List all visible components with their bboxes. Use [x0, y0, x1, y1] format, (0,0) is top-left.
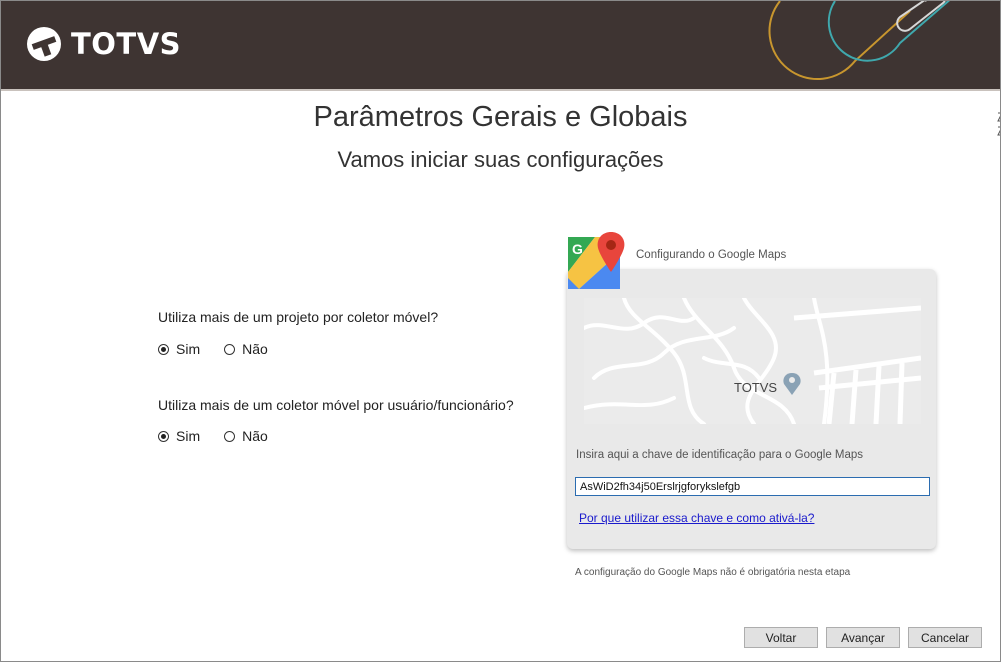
- maps-key-hint: Insira aqui a chave de identificação par…: [576, 449, 864, 461]
- cancel-button[interactable]: Cancelar: [908, 627, 982, 648]
- map-place-label: TOTVS: [734, 380, 777, 395]
- maps-key-input[interactable]: [575, 477, 930, 496]
- radio-option-sim[interactable]: Sim: [158, 428, 200, 444]
- brand-name: TOTVS: [71, 27, 182, 61]
- question-collectors-per-user: Utiliza mais de um coletor móvel por usu…: [158, 397, 514, 413]
- page-title: Parâmetros Gerais e Globais: [313, 101, 688, 133]
- radio-option-sim[interactable]: Sim: [158, 341, 200, 357]
- google-maps-card: TOTVS Insira aqui a chave de identificaç…: [567, 269, 936, 549]
- page-subtitle: Vamos iniciar suas configurações: [337, 147, 664, 172]
- radio-group-collectors: Sim Não: [158, 428, 268, 444]
- scroll-indicator-icon: [997, 112, 1000, 136]
- map-roads: TOTVS: [584, 298, 921, 424]
- next-button[interactable]: Avançar: [826, 627, 900, 648]
- radio-button[interactable]: [224, 430, 236, 442]
- radio-option-nao[interactable]: Não: [224, 341, 268, 357]
- radio-option-nao[interactable]: Não: [224, 428, 268, 444]
- google-maps-caption: Configurando o Google Maps: [636, 249, 787, 261]
- header-divider: [1, 89, 1000, 91]
- svg-text:G: G: [572, 241, 583, 257]
- totvs-logo-icon: [27, 27, 61, 61]
- radio-button[interactable]: [158, 343, 169, 355]
- radio-label: Não: [242, 428, 268, 444]
- totvs-logo: TOTVS: [25, 25, 181, 63]
- google-maps-icon: G: [567, 232, 629, 297]
- setup-window: TOTVS Parâmetros Gerais e Globais Vamos …: [0, 0, 1001, 662]
- radio-button[interactable]: [158, 430, 169, 442]
- radio-button[interactable]: [224, 343, 236, 355]
- radio-label: Sim: [176, 341, 201, 357]
- map-preview: TOTVS: [584, 298, 921, 424]
- maps-optional-note: A configuração do Google Maps não é obri…: [575, 567, 851, 578]
- header-bar: TOTVS: [1, 1, 1000, 89]
- maps-key-help-link[interactable]: Por que utilizar essa chave e como ativá…: [579, 511, 814, 525]
- back-button[interactable]: Voltar: [744, 627, 818, 648]
- header-decoration: [768, 1, 950, 80]
- radio-group-projects: Sim Não: [158, 341, 268, 357]
- radio-label: Não: [242, 341, 268, 357]
- question-projects-per-collector: Utiliza mais de um projeto por coletor m…: [158, 309, 439, 325]
- radio-label: Sim: [176, 428, 201, 444]
